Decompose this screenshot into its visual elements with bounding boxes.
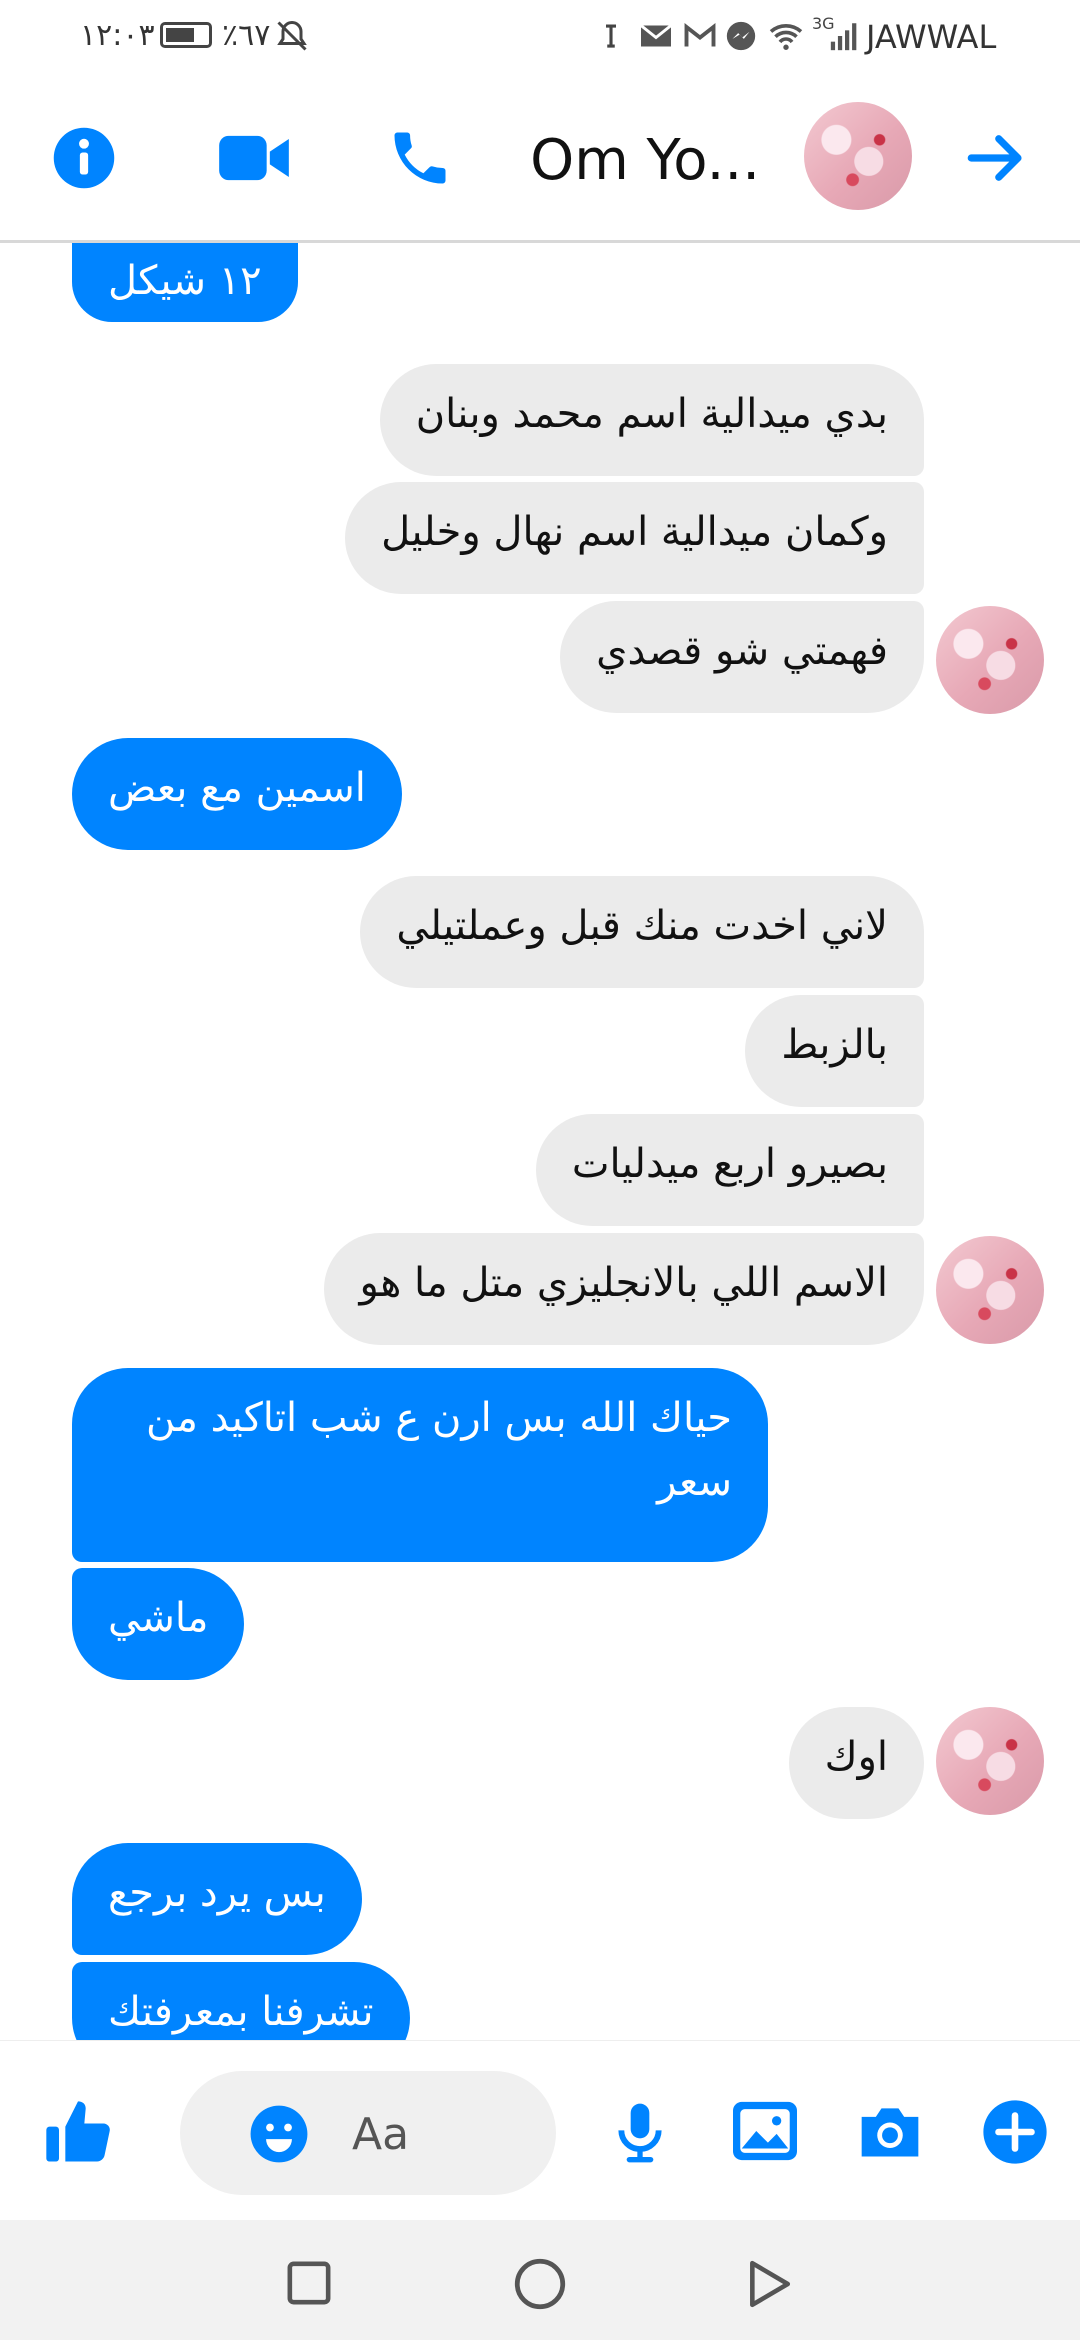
status-time: ١٢:٠٣ [80, 18, 155, 53]
message-bubble-received[interactable]: الاسم اللي بالانجليزي متل ما هو [323, 1233, 924, 1345]
contact-name[interactable]: Om Yo... [530, 128, 760, 193]
camera-icon [861, 2108, 919, 2157]
message-bubble-sent[interactable]: تشرفنا بمعرفتك [72, 1962, 410, 2040]
composer-bar: Aa [0, 2040, 1080, 2221]
wifi-icon [769, 24, 803, 50]
voice-message-button[interactable] [608, 2097, 672, 2169]
carrier-name: JAWWAL [866, 18, 997, 56]
more-actions-button[interactable] [982, 2099, 1048, 2165]
battery-icon [160, 22, 212, 48]
message-bubble-sent[interactable]: بس يرد برجع [72, 1843, 362, 1955]
message-line: حياك الله بس ارن ع شب اتاكيد من [146, 1395, 732, 1441]
recent-apps-button[interactable] [286, 2260, 332, 2306]
back-icon [750, 2260, 791, 2308]
message-bubble-received[interactable]: اوك [788, 1707, 924, 1819]
system-navigation-bar [0, 2220, 1080, 2340]
message-bubble-received[interactable]: بدي ميدالية اسم محمد وبنان [379, 364, 924, 476]
gallery-button[interactable] [730, 2099, 800, 2163]
message-bubble-received[interactable]: فهمتي شو قصدي [560, 601, 924, 713]
mute-notifications-icon [277, 20, 307, 51]
input-placeholder: Aa [352, 2109, 410, 2160]
messenger-icon [726, 21, 756, 51]
emoji-icon [250, 2105, 308, 2163]
status-bar: ١٢:٠٣ ٪٦٧ 3G JAWWAL [0, 0, 1080, 76]
message-bubble-sent[interactable]: ماشي [72, 1568, 245, 1680]
gmail-icon [684, 23, 716, 47]
message-line: سعر [657, 1459, 732, 1505]
microphone-icon [618, 2103, 662, 2163]
forward-arrow-icon [967, 135, 1022, 181]
message-bubble-received[interactable]: بصيرو اربع ميدليات [535, 1114, 924, 1226]
message-bubble-received[interactable]: بالزبط [745, 995, 924, 1107]
conversation-header: Om Yo... [0, 76, 1080, 243]
video-call-icon [219, 135, 289, 181]
contact-avatar[interactable] [804, 102, 912, 210]
sender-avatar[interactable] [936, 1707, 1044, 1815]
info-button[interactable] [38, 112, 130, 204]
message-bubble-sent[interactable]: اسمين مع بعض [72, 738, 402, 850]
message-input[interactable]: Aa [180, 2071, 556, 2195]
signal-icon [830, 23, 857, 51]
recent-apps-icon [287, 2261, 331, 2305]
sender-avatar[interactable] [936, 1236, 1044, 1344]
mail-icon [640, 24, 672, 47]
video-call-button[interactable] [208, 112, 300, 204]
voice-call-button[interactable] [374, 112, 466, 204]
like-button[interactable] [40, 2095, 116, 2171]
camera-button[interactable] [856, 2099, 924, 2163]
gallery-icon [733, 2101, 797, 2161]
home-icon [514, 2258, 566, 2310]
like-icon [46, 2101, 110, 2162]
message-bubble-sent[interactable]: ١٢ شيكل [72, 243, 298, 322]
emoji-button[interactable] [248, 2103, 310, 2165]
sender-avatar[interactable] [936, 606, 1044, 714]
message-bubble-sent[interactable]: حياك الله بس ارن ع شب اتاكيد من سعر [72, 1368, 768, 1562]
app-notification-icon [606, 24, 616, 48]
plus-icon [983, 2100, 1047, 2164]
message-bubble-received[interactable]: وكمان ميدالية اسم نهال وخليل [345, 482, 924, 594]
battery-percent: ٪٦٧ [222, 18, 271, 53]
back-button[interactable] [744, 2258, 794, 2310]
home-button[interactable] [514, 2258, 566, 2310]
phone-icon [394, 132, 446, 184]
forward-button[interactable] [950, 112, 1042, 204]
message-bubble-received[interactable]: لاني اخدت منك قبل وعملتيلي [360, 876, 924, 988]
message-list[interactable]: ١٢ شيكل بدي ميدالية اسم محمد وبنان وكمان… [0, 243, 1080, 2040]
info-icon [53, 127, 115, 189]
